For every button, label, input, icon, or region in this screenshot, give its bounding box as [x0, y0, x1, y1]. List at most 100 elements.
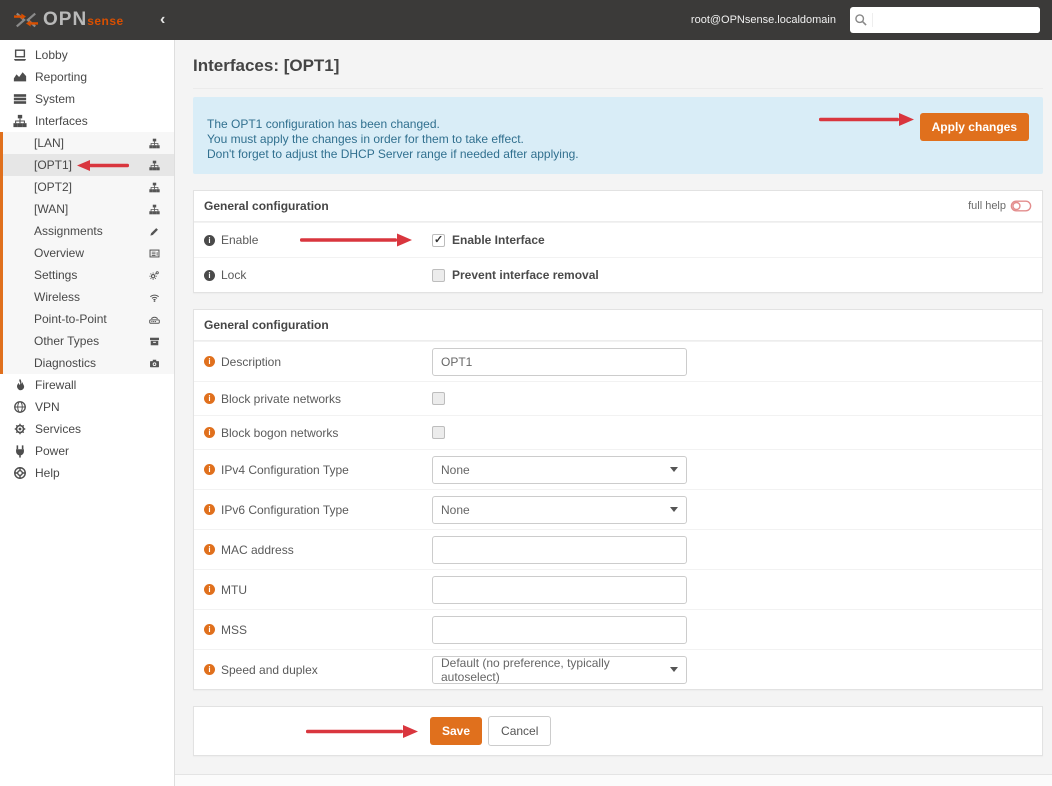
sidebar-item-vpn[interactable]: VPN	[0, 396, 174, 418]
pencil-icon	[149, 226, 160, 237]
alert-line: You must apply the changes in order for …	[207, 132, 819, 147]
sidebar-item-label: [WAN]	[34, 202, 68, 216]
field-label: Block bogon networks	[221, 426, 338, 440]
sidebar-item-label: Services	[35, 422, 81, 436]
sidebar-item-interfaces[interactable]: Interfaces	[0, 110, 174, 132]
camera-icon	[149, 358, 160, 369]
sidebar-item-system[interactable]: System	[0, 88, 174, 110]
laptop-icon	[12, 48, 27, 62]
apply-changes-button[interactable]: Apply changes	[920, 113, 1029, 141]
newspaper-icon	[149, 248, 160, 259]
sidebar-item-label: Interfaces	[35, 114, 88, 128]
sidebar-item-settings[interactable]: Settings	[3, 264, 174, 286]
wifi-icon	[149, 292, 160, 303]
gear-icon	[12, 422, 27, 436]
sitemap-icon	[149, 204, 160, 215]
sidebar-collapse-button[interactable]: ‹	[150, 11, 175, 29]
cancel-button[interactable]: Cancel	[488, 716, 551, 746]
panel-title: General configuration	[204, 199, 329, 213]
global-search	[850, 7, 1040, 33]
mtu-input[interactable]	[432, 576, 687, 604]
sidebar-item-label: VPN	[35, 400, 60, 414]
sidebar-item-label: Help	[35, 466, 60, 480]
form-row-lock: iLock Prevent interface removal	[194, 257, 1042, 292]
ipv6-config-select[interactable]: None	[432, 496, 687, 524]
modem-icon	[149, 314, 160, 325]
search-input[interactable]	[873, 7, 1040, 33]
info-icon: i	[204, 235, 215, 246]
description-input[interactable]	[432, 348, 687, 376]
ipv4-config-select[interactable]: None	[432, 456, 687, 484]
block-private-checkbox[interactable]	[432, 392, 445, 405]
top-bar: OPNsense ‹ root@OPNsense.localdomain	[0, 0, 1052, 40]
sidebar-item-services[interactable]: Services	[0, 418, 174, 440]
enable-interface-checkbox[interactable]	[432, 234, 445, 247]
interfaces-submenu: [LAN] [OPT1] [OPT2] [WAN] Assignments	[0, 132, 174, 374]
info-icon: i	[204, 544, 215, 555]
main-content: Interfaces: [OPT1] The OPT1 configuratio…	[175, 40, 1052, 786]
info-icon: i	[204, 584, 215, 595]
caret-down-icon	[670, 667, 678, 672]
sidebar-item-point-to-point[interactable]: Point-to-Point	[3, 308, 174, 330]
sidebar-item-label: Point-to-Point	[34, 312, 107, 326]
sidebar-item-label: Firewall	[35, 378, 76, 392]
fire-icon	[12, 378, 27, 392]
page-title: Interfaces: [OPT1]	[193, 56, 1043, 76]
prevent-removal-checkbox[interactable]	[432, 269, 445, 282]
form-row-block-bogon: iBlock bogon networks	[194, 415, 1042, 449]
sidebar-item-lobby[interactable]: Lobby	[0, 44, 174, 66]
mss-input[interactable]	[432, 616, 687, 644]
form-row-mss: iMSS	[194, 609, 1042, 649]
sidebar-item-wan[interactable]: [WAN]	[3, 198, 174, 220]
logged-in-user[interactable]: root@OPNsense.localdomain	[691, 14, 836, 26]
block-bogon-checkbox[interactable]	[432, 426, 445, 439]
form-row-ipv6-type: iIPv6 Configuration Type None	[194, 489, 1042, 529]
config-changed-alert: The OPT1 configuration has been changed.…	[193, 97, 1043, 174]
opnsense-logo[interactable]: OPNsense	[0, 9, 150, 31]
sidebar-item-help[interactable]: Help	[0, 462, 174, 484]
sidebar-item-label: System	[35, 92, 75, 106]
annotation-arrow-apply	[819, 113, 914, 126]
save-panel: Save Cancel	[193, 706, 1043, 756]
sidebar-item-label: Lobby	[35, 48, 68, 62]
full-help-toggle[interactable]: full help	[968, 199, 1032, 213]
sidebar-item-opt1[interactable]: [OPT1]	[3, 154, 174, 176]
alert-line: The OPT1 configuration has been changed.	[207, 117, 819, 132]
sidebar-item-opt2[interactable]: [OPT2]	[3, 176, 174, 198]
annotation-arrow-save	[306, 725, 418, 738]
select-value: Default (no preference, typically autose…	[441, 656, 670, 684]
sidebar-item-firewall[interactable]: Firewall	[0, 374, 174, 396]
form-row-mtu: iMTU	[194, 569, 1042, 609]
sidebar-item-overview[interactable]: Overview	[3, 242, 174, 264]
checkbox-label: Enable Interface	[452, 233, 545, 247]
caret-down-icon	[670, 507, 678, 512]
field-label: Block private networks	[221, 392, 341, 406]
sidebar-item-label: Power	[35, 444, 69, 458]
field-label: Speed and duplex	[221, 663, 318, 677]
general-configuration-panel-1: General configuration full help i Enable …	[193, 190, 1043, 293]
panel-title: General configuration	[204, 318, 329, 332]
sidebar-item-assignments[interactable]: Assignments	[3, 220, 174, 242]
select-value: None	[441, 463, 470, 477]
save-button[interactable]: Save	[430, 717, 482, 745]
form-row-description: iDescription	[194, 341, 1042, 381]
life-ring-icon	[12, 466, 27, 480]
form-row-speed-duplex: iSpeed and duplex Default (no preference…	[194, 649, 1042, 689]
annotation-arrow-opt1	[77, 160, 129, 171]
full-help-label: full help	[968, 200, 1006, 212]
checkbox-label: Prevent interface removal	[452, 268, 599, 282]
sidebar-item-other-types[interactable]: Other Types	[3, 330, 174, 352]
page-footer: OPNsense (c) 2014-2019 Deciso B.V.	[175, 774, 1052, 786]
sidebar-item-power[interactable]: Power	[0, 440, 174, 462]
sidebar-item-reporting[interactable]: Reporting	[0, 66, 174, 88]
sidebar-item-wireless[interactable]: Wireless	[3, 286, 174, 308]
field-label: IPv4 Configuration Type	[221, 463, 349, 477]
globe-icon	[12, 400, 27, 414]
info-icon: i	[204, 504, 215, 515]
toggle-off-icon	[1010, 199, 1032, 213]
speed-duplex-select[interactable]: Default (no preference, typically autose…	[432, 656, 687, 684]
sidebar-item-diagnostics[interactable]: Diagnostics	[3, 352, 174, 374]
sidebar-item-lan[interactable]: [LAN]	[3, 132, 174, 154]
sidebar-item-label: [OPT2]	[34, 180, 72, 194]
mac-address-input[interactable]	[432, 536, 687, 564]
